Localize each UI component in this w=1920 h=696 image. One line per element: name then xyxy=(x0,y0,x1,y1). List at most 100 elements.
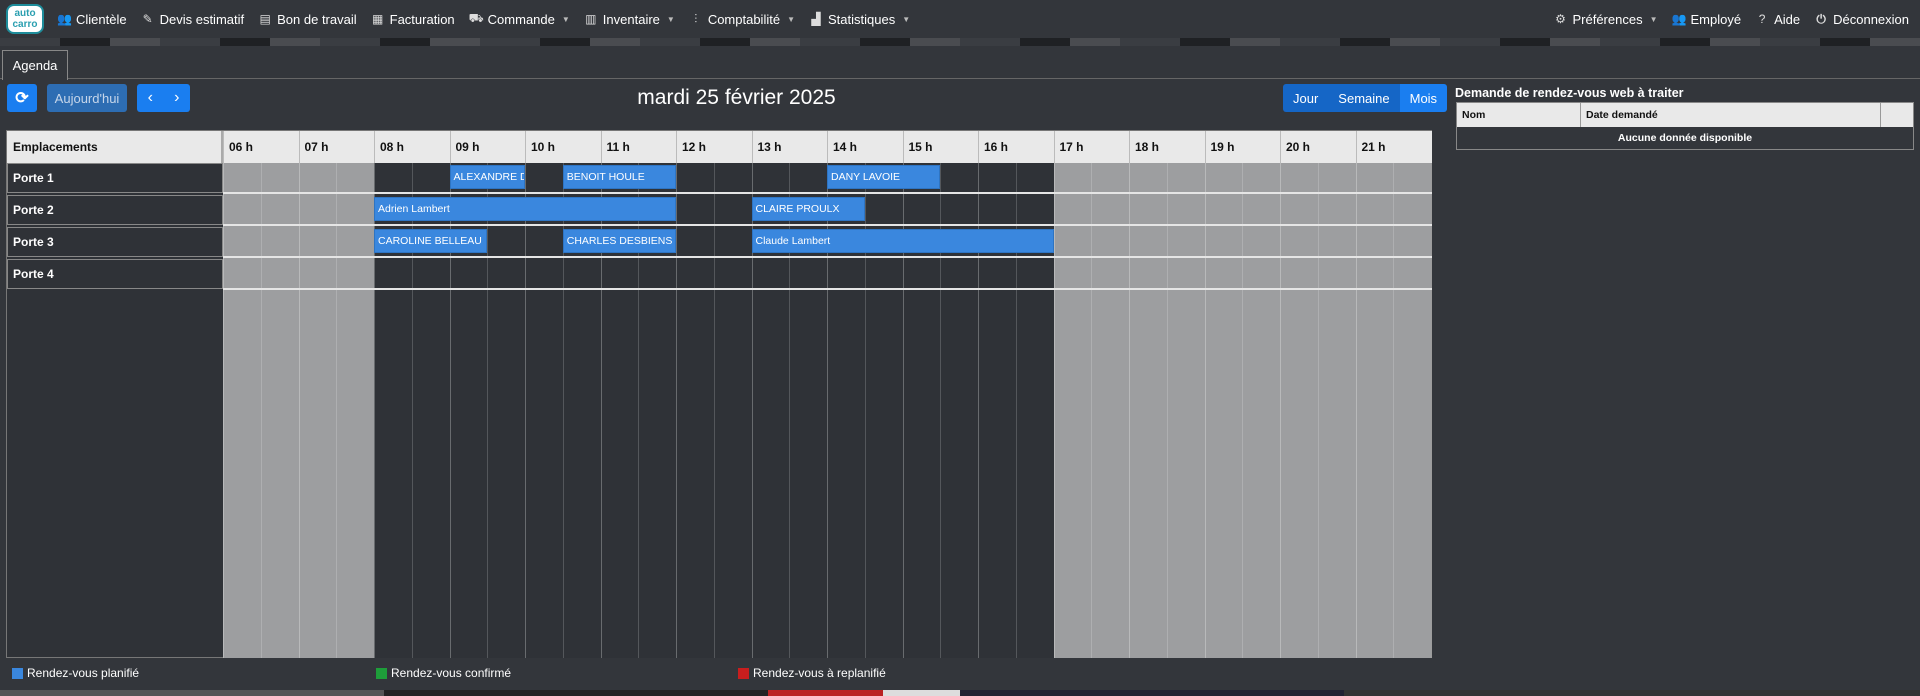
web-requests-title: Demande de rendez-vous web à traiter xyxy=(1455,86,1684,100)
table-empty-message: Aucune donnée disponible xyxy=(1617,132,1753,144)
column-header-nom[interactable]: Nom xyxy=(1457,103,1581,127)
appointment-event[interactable]: CLAIRE PROULX xyxy=(751,197,865,221)
hour-label: 16 h xyxy=(978,131,1054,163)
nav-label: Aide xyxy=(1774,11,1801,27)
inventory-icon: ▥ xyxy=(585,12,597,26)
nav-label: Statistiques xyxy=(828,11,896,27)
view-month-button[interactable]: Mois xyxy=(1399,84,1448,112)
grid-line xyxy=(1317,163,1319,658)
nav-comptabilite[interactable]: ⫶ Comptabilité ▼ xyxy=(682,0,802,38)
row-divider xyxy=(223,224,1432,226)
legend-swatch xyxy=(738,667,749,679)
nav-label: Devis estimatif xyxy=(159,11,245,27)
nav-label: Employé xyxy=(1690,11,1742,27)
chevron-down-icon: ▼ xyxy=(787,14,795,24)
scheduler: Emplacements Porte 1 Porte 2 Porte 3 Por… xyxy=(6,130,1432,658)
view-day-button[interactable]: Jour xyxy=(1283,84,1329,112)
logo-text-top: auto xyxy=(14,8,36,19)
row-divider xyxy=(223,192,1432,194)
accounting-icon: ⫶ xyxy=(694,11,698,26)
calendar-toolbar: ⟳ Aujourd'hui ‹ › mardi 25 février 2025 … xyxy=(0,84,1448,114)
appointment-event[interactable]: Claude Lambert xyxy=(751,229,1054,253)
legend-label: Rendez-vous à replanifié xyxy=(753,666,886,680)
resource-row: Porte 3 xyxy=(7,227,223,257)
view-week-button[interactable]: Semaine xyxy=(1328,84,1400,112)
hour-label: 09 h xyxy=(449,131,526,163)
nav-employe[interactable]: 👥 Employé xyxy=(1665,0,1749,38)
legend-item-rescheduled: Rendez-vous à replanifié xyxy=(738,666,886,680)
grid-line xyxy=(1242,163,1244,658)
nav-statistiques[interactable]: ▟ Statistiques ▼ xyxy=(802,0,917,38)
nav-label: Comptabilité xyxy=(707,11,781,27)
nav-commande[interactable]: ⛟ Commande ▼ xyxy=(462,0,577,38)
nav-aide[interactable]: ? Aide xyxy=(1748,0,1807,38)
legend-item-confirmed: Rendez-vous confirmé xyxy=(376,666,511,680)
grid-line xyxy=(676,163,677,658)
chevron-down-icon: ▼ xyxy=(902,14,911,24)
nav-label: Inventaire xyxy=(602,11,660,27)
nav-label: Déconnexion xyxy=(1833,11,1909,27)
appointment-event[interactable]: BENOIT HOULE xyxy=(562,165,676,189)
grid-line xyxy=(1091,163,1093,658)
resource-row: Porte 1 xyxy=(7,163,223,193)
appointment-event[interactable]: CAROLINE BELLEAU xyxy=(374,229,488,253)
current-date-title: mardi 25 février 2025 xyxy=(637,86,836,109)
table-header: Nom Date demandé xyxy=(1457,103,1913,127)
edit-document-icon: ✎ xyxy=(142,12,153,26)
invoice-icon: ▦ xyxy=(371,12,384,26)
grid-line xyxy=(298,163,300,658)
hour-label: 14 h xyxy=(827,131,903,163)
grid-line xyxy=(223,163,224,658)
column-header-date[interactable]: Date demandé xyxy=(1581,103,1881,127)
nav-right-group: ⚙ Préférences ▼ 👥 Employé ? Aide ⏻ Déconnexio… xyxy=(1546,0,1920,38)
gear-icon: ⚙ xyxy=(1555,12,1566,26)
grid-line xyxy=(713,163,715,658)
web-requests-table: Nom Date demandé Aucune donnée disponibl… xyxy=(1456,102,1914,150)
legend-swatch xyxy=(376,667,387,679)
hour-label: 11 h xyxy=(600,131,677,163)
appointment-event[interactable]: ALEXANDRE DE xyxy=(449,165,525,189)
tab-agenda[interactable]: Agenda xyxy=(2,50,68,80)
nav-label: Commande xyxy=(487,11,555,27)
legend-item-planned: Rendez-vous planifié xyxy=(12,666,139,680)
nav-clientele[interactable]: 👥 Clientèle xyxy=(50,0,134,38)
hour-label: 17 h xyxy=(1053,131,1130,163)
logo-text-bottom: carro xyxy=(12,19,38,30)
grid-line xyxy=(1053,163,1055,658)
hour-label: 13 h xyxy=(751,131,828,163)
nav-deconnexion[interactable]: ⏻ Déconnexion xyxy=(1807,0,1916,38)
appointment-event[interactable]: Adrien Lambert xyxy=(374,197,676,221)
resource-row: Porte 2 xyxy=(7,195,223,225)
autocarro-logo[interactable]: auto carro xyxy=(6,4,44,34)
hour-label: 06 h xyxy=(223,131,299,163)
users-icon: 👥 xyxy=(1671,12,1687,26)
agenda-panel: Agenda ⟳ Aujourd'hui ‹ › mardi 25 févrie… xyxy=(0,46,1920,690)
hour-label: 21 h xyxy=(1355,131,1432,163)
nav-devis-estimatif[interactable]: ✎ Devis estimatif xyxy=(134,0,252,38)
grid-line xyxy=(1166,163,1168,658)
resource-header: Emplacements xyxy=(7,131,223,163)
hour-label: 19 h xyxy=(1204,131,1281,163)
chevron-down-icon: ▼ xyxy=(1649,14,1658,24)
grid-line xyxy=(1280,163,1281,658)
chart-icon: ▟ xyxy=(811,12,821,26)
hour-label: 08 h xyxy=(374,131,450,163)
tab-bar: Agenda xyxy=(0,46,1920,80)
nav-label: Facturation xyxy=(389,11,455,27)
grid-line xyxy=(336,163,338,658)
grid-line xyxy=(1129,163,1130,658)
nav-preferences[interactable]: ⚙ Préférences ▼ xyxy=(1546,0,1664,38)
column-header-actions xyxy=(1881,103,1913,127)
nav-inventaire[interactable]: ▥ Inventaire ▼ xyxy=(577,0,682,38)
hour-label: 10 h xyxy=(525,131,601,163)
hour-label: 12 h xyxy=(676,131,752,163)
appointment-event[interactable]: DANY LAVOIE xyxy=(827,165,941,189)
top-navbar: auto carro 👥 Clientèle ✎ Devis estimatif ▤… xyxy=(0,0,1920,38)
hour-label: 18 h xyxy=(1129,131,1205,163)
appointment-event[interactable]: CHARLES DESBIENS xyxy=(562,229,676,253)
nav-label: Bon de travail xyxy=(277,11,357,27)
nav-facturation[interactable]: ▦ Facturation xyxy=(364,0,462,38)
nav-bon-de-travail[interactable]: ▤ Bon de travail xyxy=(251,0,364,38)
nav-label: Préférences xyxy=(1572,11,1643,27)
time-grid[interactable]: ALEXANDRE DE BENOIT HOULE DANY LAVOIE Adrie… xyxy=(223,163,1432,658)
